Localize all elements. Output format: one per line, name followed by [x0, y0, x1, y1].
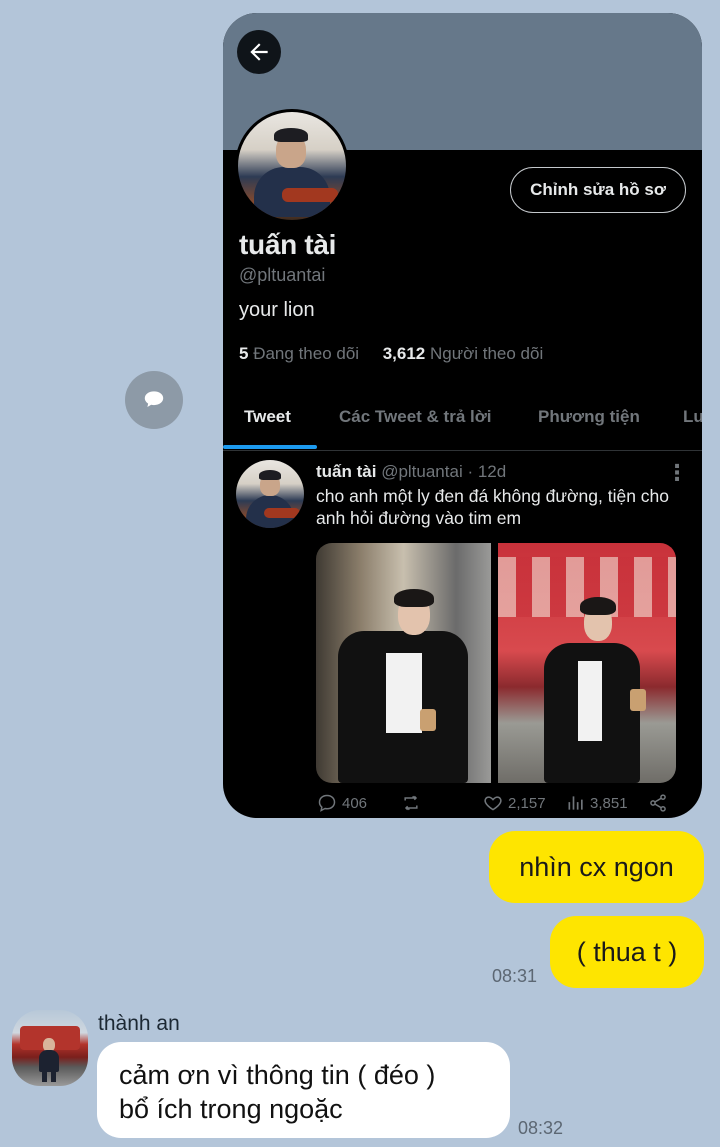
- views-icon: [568, 796, 583, 810]
- sender-name: thành an: [98, 1012, 180, 1035]
- followers-label: Người theo dõi: [429, 344, 544, 363]
- tab-media: Phương tiện: [538, 407, 640, 426]
- active-tab-indicator: [223, 445, 317, 449]
- message-timestamp: 08:32: [518, 1118, 564, 1138]
- profile-name: tuấn tài: [239, 229, 337, 260]
- reply-icon: [318, 794, 336, 812]
- reply-action: 406: [316, 793, 367, 813]
- tweet-photos: [316, 543, 676, 783]
- like-count: 2,157: [508, 794, 546, 812]
- like-action: 2,157: [482, 793, 546, 813]
- tweet-handle: @pltuantai: [381, 462, 463, 481]
- chat-bubble-icon[interactable]: [125, 371, 183, 429]
- incoming-message[interactable]: cảm ơn vì thông tin ( đéo ) bổ ích trong…: [97, 1042, 510, 1138]
- tweet-actions: 406 2,157 3,851: [316, 793, 696, 815]
- following-count: 5: [239, 344, 249, 363]
- back-arrow-icon: [237, 30, 281, 74]
- views-count: 3,851: [590, 794, 628, 812]
- incoming-message-line: bổ ích trong ngoặc: [119, 1094, 343, 1124]
- tweet-age: · 12d: [467, 462, 507, 481]
- tweet-author-avatar: [236, 460, 304, 528]
- profile-handle: @pltuantai: [239, 265, 326, 285]
- tab-tweet: Tweet: [244, 407, 291, 426]
- share-action: [648, 793, 668, 813]
- outgoing-message[interactable]: ( thua t ): [550, 916, 704, 988]
- reply-count: 406: [342, 794, 368, 812]
- tweet-text: cho anh một ly đen đá không đường, tiện …: [316, 486, 670, 528]
- tweet-header: tuấn tài @pltuantai · 12d: [316, 462, 506, 482]
- tweet-author: tuấn tài: [316, 462, 377, 481]
- sender-avatar[interactable]: [12, 1010, 88, 1086]
- share-icon: [650, 794, 666, 812]
- incoming-message-line: cảm ơn vì thông tin ( đéo ): [119, 1060, 436, 1090]
- profile-avatar: [235, 109, 349, 223]
- outgoing-message[interactable]: nhìn cx ngon: [489, 831, 704, 903]
- following-label: Đang theo dõi: [253, 344, 360, 363]
- edit-profile-button: Chỉnh sửa hồ sơ: [510, 167, 686, 213]
- tab-likes: Lu: [683, 407, 702, 426]
- views-action: 3,851: [566, 793, 628, 813]
- retweet-icon: [404, 795, 418, 811]
- follow-stats: 5 Đang theo dõi 3,612 Người theo dõi: [239, 344, 543, 364]
- tweet-photo-left: [316, 543, 491, 783]
- shared-twitter-screenshot[interactable]: Chỉnh sửa hồ sơ tuấn tài @pltuantai your…: [223, 13, 702, 818]
- profile-bio: your lion: [239, 299, 315, 321]
- tab-tweets-replies: Các Tweet & trả lời: [339, 407, 492, 426]
- tabs-divider: [223, 450, 702, 451]
- tweet-photo-right: [498, 543, 676, 783]
- more-options-icon: ⋮: [666, 460, 688, 485]
- message-timestamp: 08:31: [492, 966, 538, 986]
- retweet-action: [400, 793, 422, 813]
- followers-count: 3,612: [382, 344, 426, 363]
- heart-icon: [484, 796, 502, 811]
